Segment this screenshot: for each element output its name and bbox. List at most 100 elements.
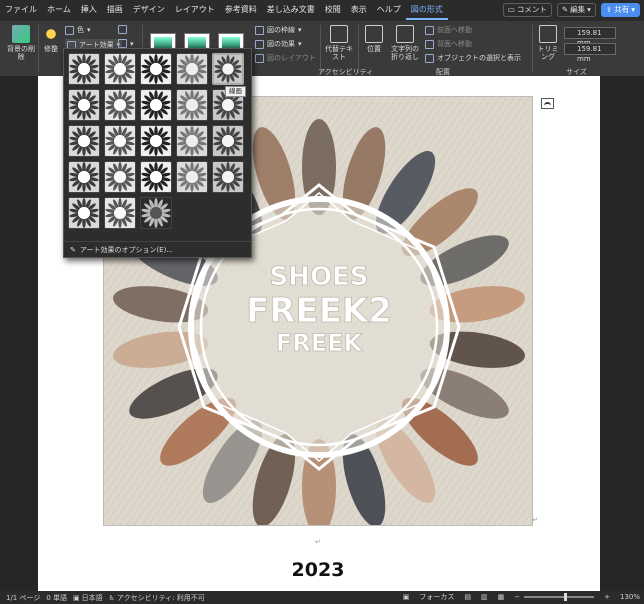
art-effect-thumbnail	[105, 162, 135, 192]
art-effect-option[interactable]	[68, 53, 100, 85]
sun-icon	[42, 25, 60, 43]
zoom-out-icon[interactable]: −	[514, 593, 520, 601]
chevron-down-icon: ▾	[587, 5, 591, 14]
layout-options-icon[interactable]	[541, 98, 554, 109]
zoom-slider[interactable]	[524, 593, 595, 601]
corrections-button[interactable]: 修整	[40, 25, 62, 53]
picture-layout-button[interactable]: 図のレイアウト	[255, 53, 316, 63]
art-effect-thumbnail	[105, 126, 135, 156]
position-icon	[365, 25, 383, 43]
art-effect-option[interactable]	[140, 53, 172, 85]
year-text[interactable]: 2023	[268, 559, 368, 581]
art-effect-option[interactable]	[140, 125, 172, 157]
change-picture-icon	[118, 39, 127, 48]
art-effect-option[interactable]	[140, 197, 172, 229]
art-effect-option[interactable]	[68, 125, 100, 157]
tab-draw[interactable]: 描画	[102, 0, 128, 20]
crop-icon	[539, 25, 557, 43]
menu-bar: ファイル ホーム 挿入 描画 デザイン レイアウト 参考資料 差し込み文書 校閲…	[0, 0, 644, 20]
art-effect-option[interactable]	[104, 89, 136, 121]
art-effect-option[interactable]	[68, 197, 100, 229]
art-effect-option[interactable]	[140, 89, 172, 121]
tab-picture-format[interactable]: 図の形式	[405, 0, 448, 20]
zoom-slider-thumb[interactable]	[564, 593, 568, 601]
wrap-text-icon	[396, 25, 414, 43]
art-effect-thumbnail	[177, 54, 207, 84]
tab-file[interactable]: ファイル	[0, 0, 42, 20]
share-button[interactable]: ⇪ 共有 ▾	[600, 3, 640, 17]
word-count[interactable]: 0 単語	[46, 593, 67, 603]
art-effect-option[interactable]	[176, 125, 208, 157]
accessibility-status[interactable]: アクセシビリティ: 利用不可	[117, 593, 205, 603]
picture-border-button[interactable]: 図の枠線 ▾	[255, 25, 302, 35]
tab-home[interactable]: ホーム	[42, 0, 76, 20]
chevron-down-icon: ▾	[130, 39, 134, 48]
color-button[interactable]: 色 ▾	[65, 25, 91, 35]
web-layout-icon[interactable]: ▦	[498, 593, 505, 601]
picture-effects-button[interactable]: 図の効果 ▾	[255, 39, 302, 49]
tab-review[interactable]: 校閲	[320, 0, 346, 20]
tab-mailings[interactable]: 差し込み文書	[262, 0, 320, 20]
art-effect-option[interactable]	[104, 197, 136, 229]
page-count[interactable]: 1/1 ページ	[6, 593, 40, 603]
art-effect-option[interactable]	[140, 161, 172, 193]
art-effect-thumbnail	[105, 198, 135, 228]
tab-design[interactable]: デザイン	[128, 0, 170, 20]
zoom-in-icon[interactable]: +	[604, 593, 610, 601]
art-effect-option[interactable]	[104, 161, 136, 193]
art-effect-option[interactable]	[176, 161, 208, 193]
position-label: 位置	[367, 45, 381, 53]
art-effect-option[interactable]	[212, 161, 244, 193]
art-effect-thumbnail	[105, 90, 135, 120]
print-layout-icon[interactable]: ▥	[481, 593, 488, 601]
crop-button[interactable]: トリミング	[535, 25, 561, 61]
wrap-text-button[interactable]: 文字列の折り返し	[388, 25, 422, 61]
bring-forward-button[interactable]: 前面へ移動	[425, 25, 472, 35]
alt-text-button[interactable]: 代替テキスト	[324, 25, 354, 61]
art-effect-option[interactable]	[104, 53, 136, 85]
art-effect-thumbnail	[69, 126, 99, 156]
pencil-icon: ✎	[561, 5, 569, 14]
color-label: 色	[77, 26, 84, 34]
art-effect-thumbnail	[213, 126, 243, 156]
art-effect-thumbnail	[69, 198, 99, 228]
art-effect-thumbnail	[69, 54, 99, 84]
art-options-icon: ✎	[70, 245, 76, 254]
status-bar: 1/1 ページ 0 単語 ▣ 日本語 ♿ アクセシビリティ: 利用不可 ▣ フォ…	[0, 591, 644, 604]
change-picture-button[interactable]: ▾	[118, 39, 134, 48]
tab-layout[interactable]: レイアウト	[170, 0, 220, 20]
remove-background-icon	[12, 25, 30, 43]
tab-view[interactable]: 表示	[346, 0, 372, 20]
edit-button[interactable]: ✎ 編集 ▾	[556, 3, 596, 17]
art-effect-option[interactable]	[104, 125, 136, 157]
art-effect-thumbnail	[141, 162, 171, 192]
bring-forward-icon	[425, 25, 434, 35]
width-input[interactable]: 159.81 mm	[564, 43, 616, 63]
language[interactable]: 日本語	[82, 593, 103, 603]
art-effect-option[interactable]	[212, 53, 244, 85]
focus-button[interactable]: フォーカス	[419, 592, 454, 602]
chevron-down-icon: ▾	[298, 40, 302, 48]
position-button[interactable]: 位置	[362, 25, 386, 53]
layout-icon	[255, 53, 264, 63]
comment-button[interactable]: ▭ コメント	[502, 3, 552, 17]
art-effects-options-item[interactable]: ✎ アート効果のオプション(E)...	[64, 241, 251, 257]
compress-pictures-button[interactable]	[118, 25, 127, 34]
tab-references[interactable]: 参考資料	[220, 0, 262, 20]
art-effect-option[interactable]	[68, 161, 100, 193]
art-effect-option[interactable]	[176, 53, 208, 85]
send-backward-button[interactable]: 背面へ移動	[425, 39, 472, 49]
height-input[interactable]: 159.81 mm	[564, 27, 616, 47]
crop-label: トリミング	[537, 45, 559, 61]
remove-background-button[interactable]: 背景の削除	[6, 25, 36, 61]
art-effect-option[interactable]	[176, 89, 208, 121]
zoom-level[interactable]: 130%	[620, 593, 640, 601]
art-effect-option[interactable]	[68, 89, 100, 121]
tab-insert[interactable]: 挿入	[76, 0, 102, 20]
effects-icon	[255, 39, 264, 49]
selection-pane-button[interactable]: オブジェクトの選択と表示	[425, 53, 521, 63]
chevron-down-icon: ▾	[87, 26, 91, 34]
art-effect-option[interactable]	[212, 125, 244, 157]
tab-help[interactable]: ヘルプ	[372, 0, 406, 20]
read-mode-icon[interactable]: ▤	[464, 593, 471, 601]
